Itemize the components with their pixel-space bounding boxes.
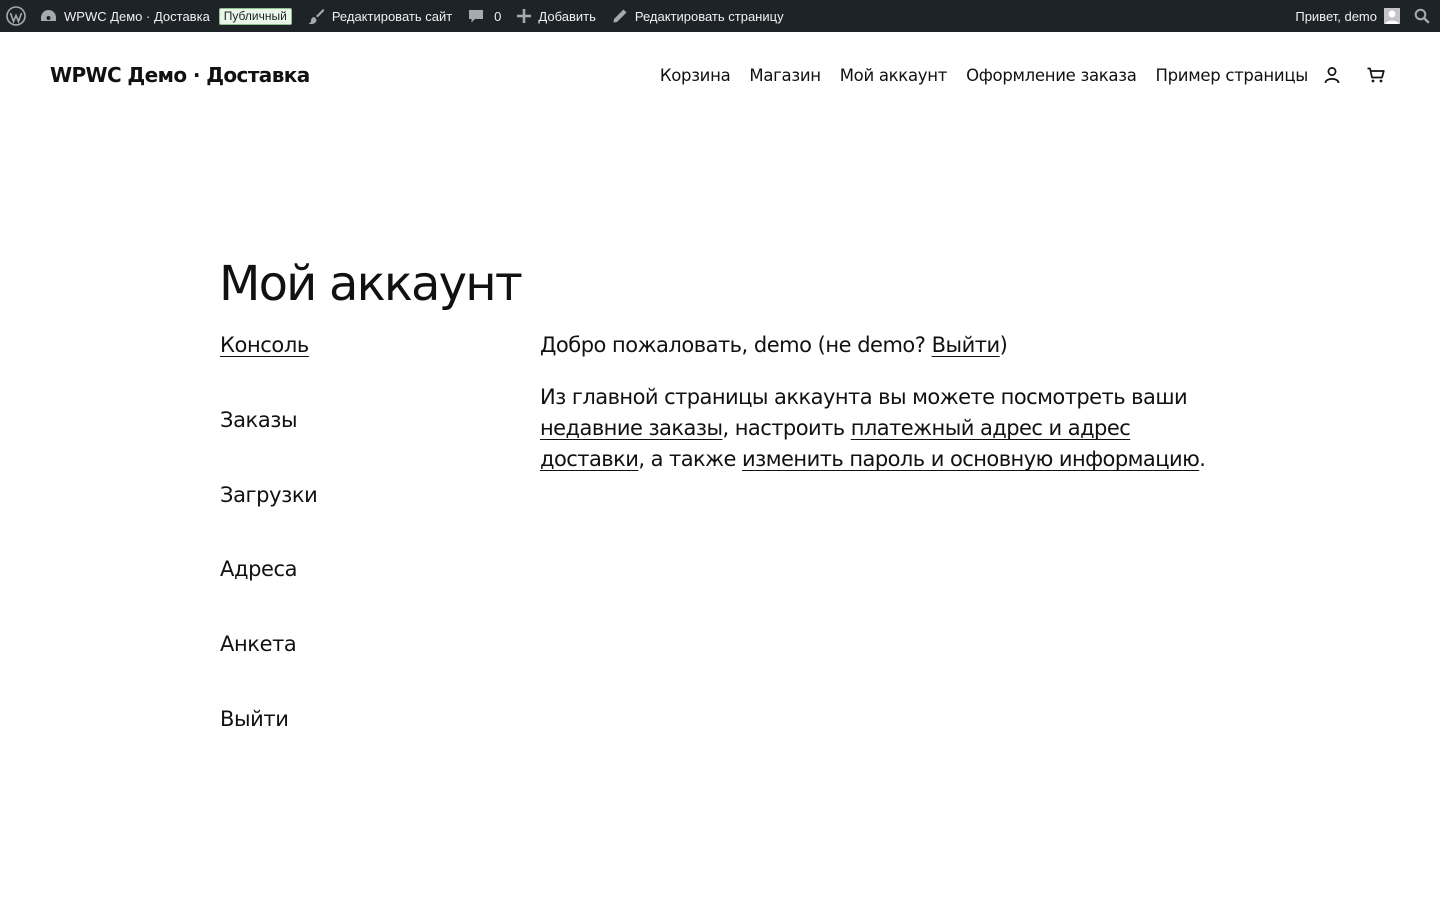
avatar [1384, 8, 1400, 24]
nav-item-my-account[interactable]: Мой аккаунт [840, 66, 948, 85]
greeting-question: ? [914, 333, 926, 357]
account-nav-dashboard[interactable]: Консоль [220, 330, 500, 405]
comment-bubble-icon [469, 10, 484, 23]
wordpress-icon [6, 6, 26, 26]
logout-link[interactable]: Выйти [932, 333, 1001, 357]
dashboard-intro: Из главной страницы аккаунта вы можете п… [540, 382, 1240, 475]
intro-text-4: . [1199, 447, 1206, 471]
username-repeat: demo [857, 333, 915, 357]
account-nav-account-details[interactable]: Анкета [220, 629, 500, 704]
intro-text-1: Из главной страницы аккаунта вы можете п… [540, 385, 1188, 409]
main-navigation: Корзина Магазин Мой аккаунт Оформление з… [641, 65, 1390, 85]
page-title: Мой аккаунт [219, 256, 523, 312]
mini-cart-button[interactable] [1366, 65, 1386, 85]
greeting-not: (не [817, 333, 852, 357]
comments-count: 0 [494, 8, 502, 24]
account-button[interactable] [1322, 65, 1342, 85]
my-account-menu[interactable]: Привет, demo [1287, 0, 1406, 32]
dashboard-gauge-icon [41, 10, 56, 21]
edit-page-button[interactable]: Редактировать страницу [604, 0, 792, 32]
greeting-prefix: Добро пожаловать, [540, 333, 748, 357]
howdy-label: Привет, demo [1295, 8, 1377, 24]
account-navigation: Консоль Заказы Загрузки Адреса Анкета Вы… [220, 330, 500, 779]
cart-icon [1367, 67, 1385, 83]
nav-item-checkout[interactable]: Оформление заказа [966, 66, 1137, 85]
site-name-label: WPWC Демо · Доставка [64, 8, 210, 24]
public-badge: Публичный [218, 7, 292, 25]
site-header: WPWC Демо · Доставка Корзина Магазин Мой… [0, 32, 1440, 118]
account-details-link[interactable]: изменить пароль и основную информацию [742, 447, 1200, 471]
edit-page-label: Редактировать страницу [634, 8, 784, 24]
nav-item-sample-page[interactable]: Пример страницы [1156, 66, 1309, 85]
username: demo [753, 333, 812, 357]
intro-text-2: , настроить [722, 416, 845, 440]
edit-site-label: Редактировать сайт [331, 8, 453, 24]
add-new-button[interactable]: Добавить [509, 0, 603, 32]
account-nav-addresses[interactable]: Адреса [220, 554, 500, 629]
comments-button[interactable]: 0 [460, 0, 509, 32]
admin-bar-right: Привет, demo [1287, 0, 1440, 32]
account-icon [1324, 67, 1340, 84]
wordpress-logo-button[interactable] [0, 0, 32, 32]
admin-bar-left: WPWC Демо · Доставка Публичный Редактиро… [0, 0, 792, 32]
nav-item-cart[interactable]: Корзина [660, 66, 731, 85]
recent-orders-link[interactable]: недавние заказы [540, 416, 723, 440]
account-nav-orders[interactable]: Заказы [220, 405, 500, 480]
site-title-link[interactable]: WPWC Демо · Доставка [50, 63, 310, 87]
search-icon [1414, 8, 1430, 24]
edit-site-button[interactable]: Редактировать сайт [300, 0, 460, 32]
welcome-message: Добро пожаловать, demo (не demo? Выйти) [540, 330, 1240, 360]
greeting-close: ) [999, 333, 1008, 357]
account-content: Добро пожаловать, demo (не demo? Выйти) … [540, 330, 1240, 475]
account-nav-logout[interactable]: Выйти [220, 704, 500, 779]
account-nav-downloads[interactable]: Загрузки [220, 480, 500, 555]
add-new-label: Добавить [538, 8, 596, 24]
nav-item-shop[interactable]: Магазин [749, 66, 821, 85]
pencil-icon [613, 9, 627, 23]
intro-text-3: , а также [638, 447, 736, 471]
brush-icon [308, 8, 325, 24]
plus-icon [517, 9, 532, 23]
admin-bar: WPWC Демо · Доставка Публичный Редактиро… [0, 0, 1440, 32]
site-name-menu[interactable]: WPWC Демо · Доставка Публичный [32, 0, 300, 32]
admin-search-button[interactable] [1406, 0, 1440, 32]
user-silhouette-icon [1385, 10, 1399, 24]
